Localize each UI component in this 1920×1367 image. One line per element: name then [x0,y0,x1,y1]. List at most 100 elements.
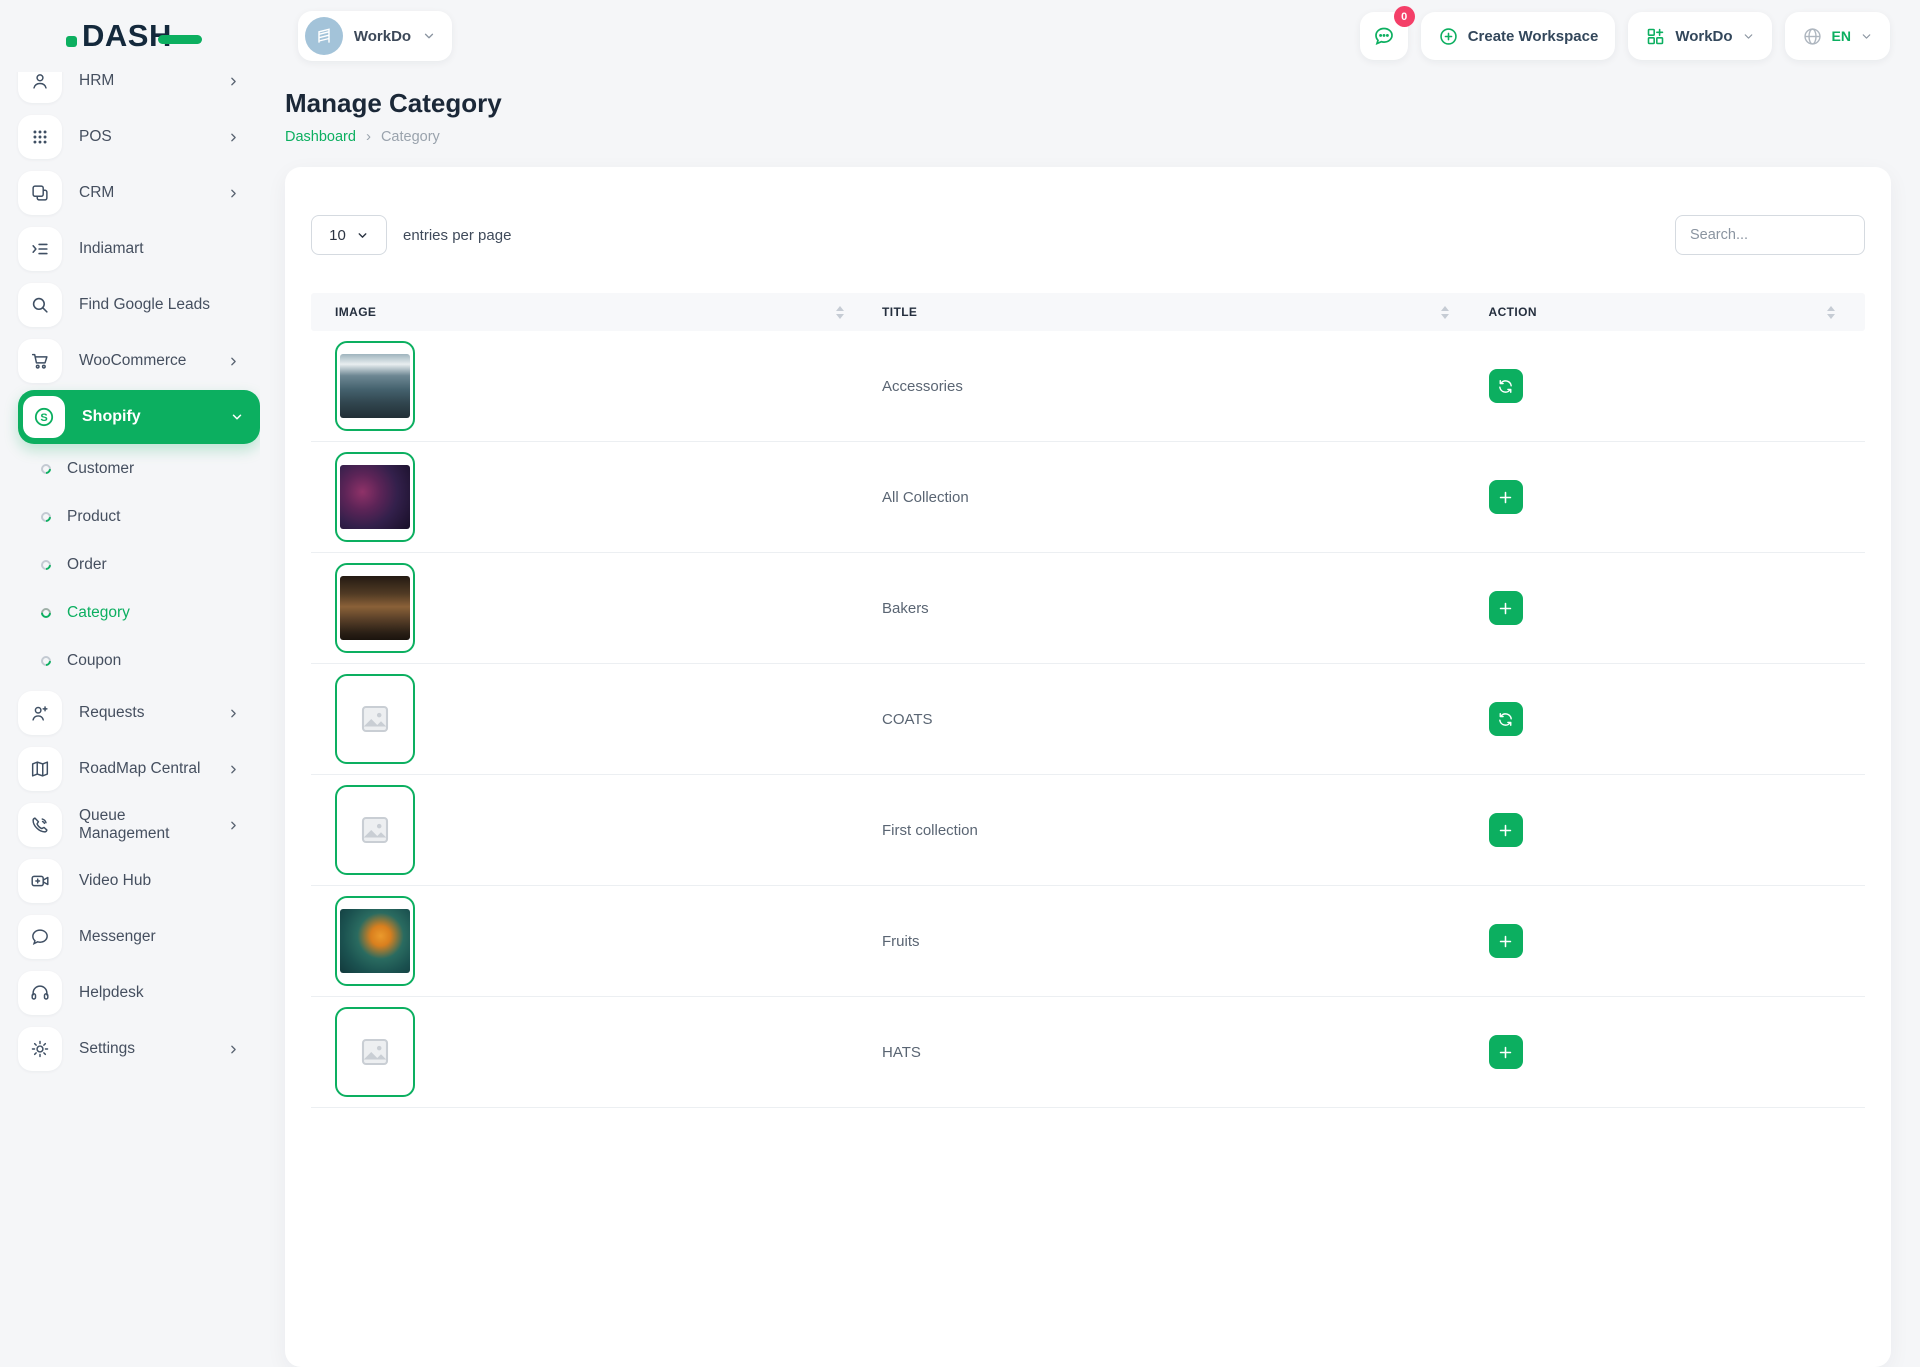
add-button[interactable] [1489,1035,1523,1069]
column-header-image[interactable]: IMAGE [311,305,858,319]
workspace-name: WorkDo [354,28,411,45]
chevron-right-icon [227,763,240,776]
chevron-right-icon [227,131,240,144]
category-thumbnail [335,1007,415,1097]
add-button[interactable] [1489,924,1523,958]
create-workspace-label: Create Workspace [1468,28,1599,45]
column-header-title[interactable]: TITLE [858,305,1463,319]
sidebar-subitem-customer[interactable]: Customer [18,445,260,493]
image-cell [311,341,858,431]
sidebar-subitem-product[interactable]: Product [18,493,260,541]
sidebar-item-messenger[interactable]: Messenger [18,909,260,965]
notification-badge: 0 [1394,6,1415,27]
workspace-selector[interactable]: WorkDo [298,11,452,61]
column-label: TITLE [882,305,917,319]
sidebar-subitem-order[interactable]: Order [18,541,260,589]
category-photo [340,909,410,973]
workdo-button-label: WorkDo [1675,28,1732,45]
sidebar-item-indiamart[interactable]: Indiamart [18,221,260,277]
language-label: EN [1832,28,1851,44]
create-workspace-button[interactable]: Create Workspace [1421,12,1616,60]
table-row: Bakers [311,553,1865,664]
image-cell [311,452,858,542]
add-button[interactable] [1489,813,1523,847]
breadcrumb-current: Category [381,129,440,145]
plus-icon [1497,1044,1514,1061]
add-button[interactable] [1489,480,1523,514]
category-table: IMAGE TITLE ACTION [311,293,1865,1108]
sidebar-subitem-label: Order [67,556,107,574]
image-cell [311,563,858,653]
indiamart-icon [18,227,62,271]
sidebar-item-crm[interactable]: CRM [18,165,260,221]
sidebar-subitem-label: Customer [67,460,134,478]
sidebar-item-label: Shopify [82,408,141,426]
table-row: COATS [311,664,1865,775]
plus-circle-icon [1438,26,1459,47]
sidebar-item-queue-management[interactable]: Queue Management [18,797,260,853]
sidebar-subitem-category[interactable]: Category [18,589,260,637]
shopify-icon: S [23,396,65,438]
image-cell [311,674,858,764]
image-cell [311,896,858,986]
action-cell [1463,702,1865,736]
app-logo[interactable]: DASH [66,18,202,54]
sidebar-item-hrm[interactable]: HRM [18,72,260,109]
sidebar-subitem-label: Coupon [67,652,121,670]
sidebar-item-requests[interactable]: Requests [18,685,260,741]
sort-icon[interactable] [836,306,844,319]
entries-per-page-select[interactable]: 10 [311,215,387,255]
sidebar-subitem-coupon[interactable]: Coupon [18,637,260,685]
sidebar-item-woocommerce[interactable]: WooCommerce [18,333,260,389]
category-thumbnail [335,341,415,431]
logo-dot-icon [66,36,77,47]
workdo-apps-button[interactable]: WorkDo [1628,12,1771,60]
category-thumbnail [335,563,415,653]
column-header-action[interactable]: ACTION [1463,305,1865,319]
add-button[interactable] [1489,591,1523,625]
category-thumbnail [335,785,415,875]
sidebar-item-settings[interactable]: Settings [18,1021,260,1077]
sync-button[interactable] [1489,369,1523,403]
sidebar-item-label: Find Google Leads [79,296,210,314]
action-cell [1463,480,1865,514]
messages-button[interactable]: 0 [1360,12,1408,60]
sidebar-item-label: HRM [79,72,114,90]
sync-button[interactable] [1489,702,1523,736]
image-cell [311,785,858,875]
category-title: All Collection [882,489,969,506]
sidebar-item-pos[interactable]: POS [18,109,260,165]
user-plus-icon [18,691,62,735]
sidebar-item-label: Video Hub [79,872,151,890]
sidebar-item-shopify[interactable]: S Shopify [18,390,260,444]
sidebar-item-find-google-leads[interactable]: Find Google Leads [18,277,260,333]
plus-icon [1497,933,1514,950]
language-selector[interactable]: EN [1785,12,1890,60]
category-photo [340,354,410,418]
sidebar-item-helpdesk[interactable]: Helpdesk [18,965,260,1021]
dot-icon [39,462,53,476]
plus-icon [1497,822,1514,839]
chat-bubble-icon [1372,24,1396,48]
search-input[interactable] [1675,215,1865,255]
category-photo [340,576,410,640]
sidebar-item-label: Requests [79,704,144,722]
category-card: 10 entries per page IMAGE TITLE ACTION [285,167,1891,1367]
title-cell: Fruits [858,933,1463,950]
image-cell [311,1007,858,1097]
chevron-down-icon [422,29,436,43]
category-thumbnail [335,452,415,542]
sort-icon[interactable] [1827,306,1835,319]
top-header: DASH WorkDo 0 Create Workspace [0,0,1920,72]
sidebar-item-label: Settings [79,1040,135,1058]
sidebar-item-label: POS [79,128,112,146]
sidebar-item-video-hub[interactable]: Video Hub [18,853,260,909]
sort-icon[interactable] [1441,306,1449,319]
page-title: Manage Category [285,88,1920,119]
breadcrumb-dashboard-link[interactable]: Dashboard [285,129,356,145]
category-thumbnail [335,674,415,764]
sidebar-item-roadmap-central[interactable]: RoadMap Central [18,741,260,797]
video-icon [18,859,62,903]
headset-icon [18,971,62,1015]
table-row: HATS [311,997,1865,1108]
